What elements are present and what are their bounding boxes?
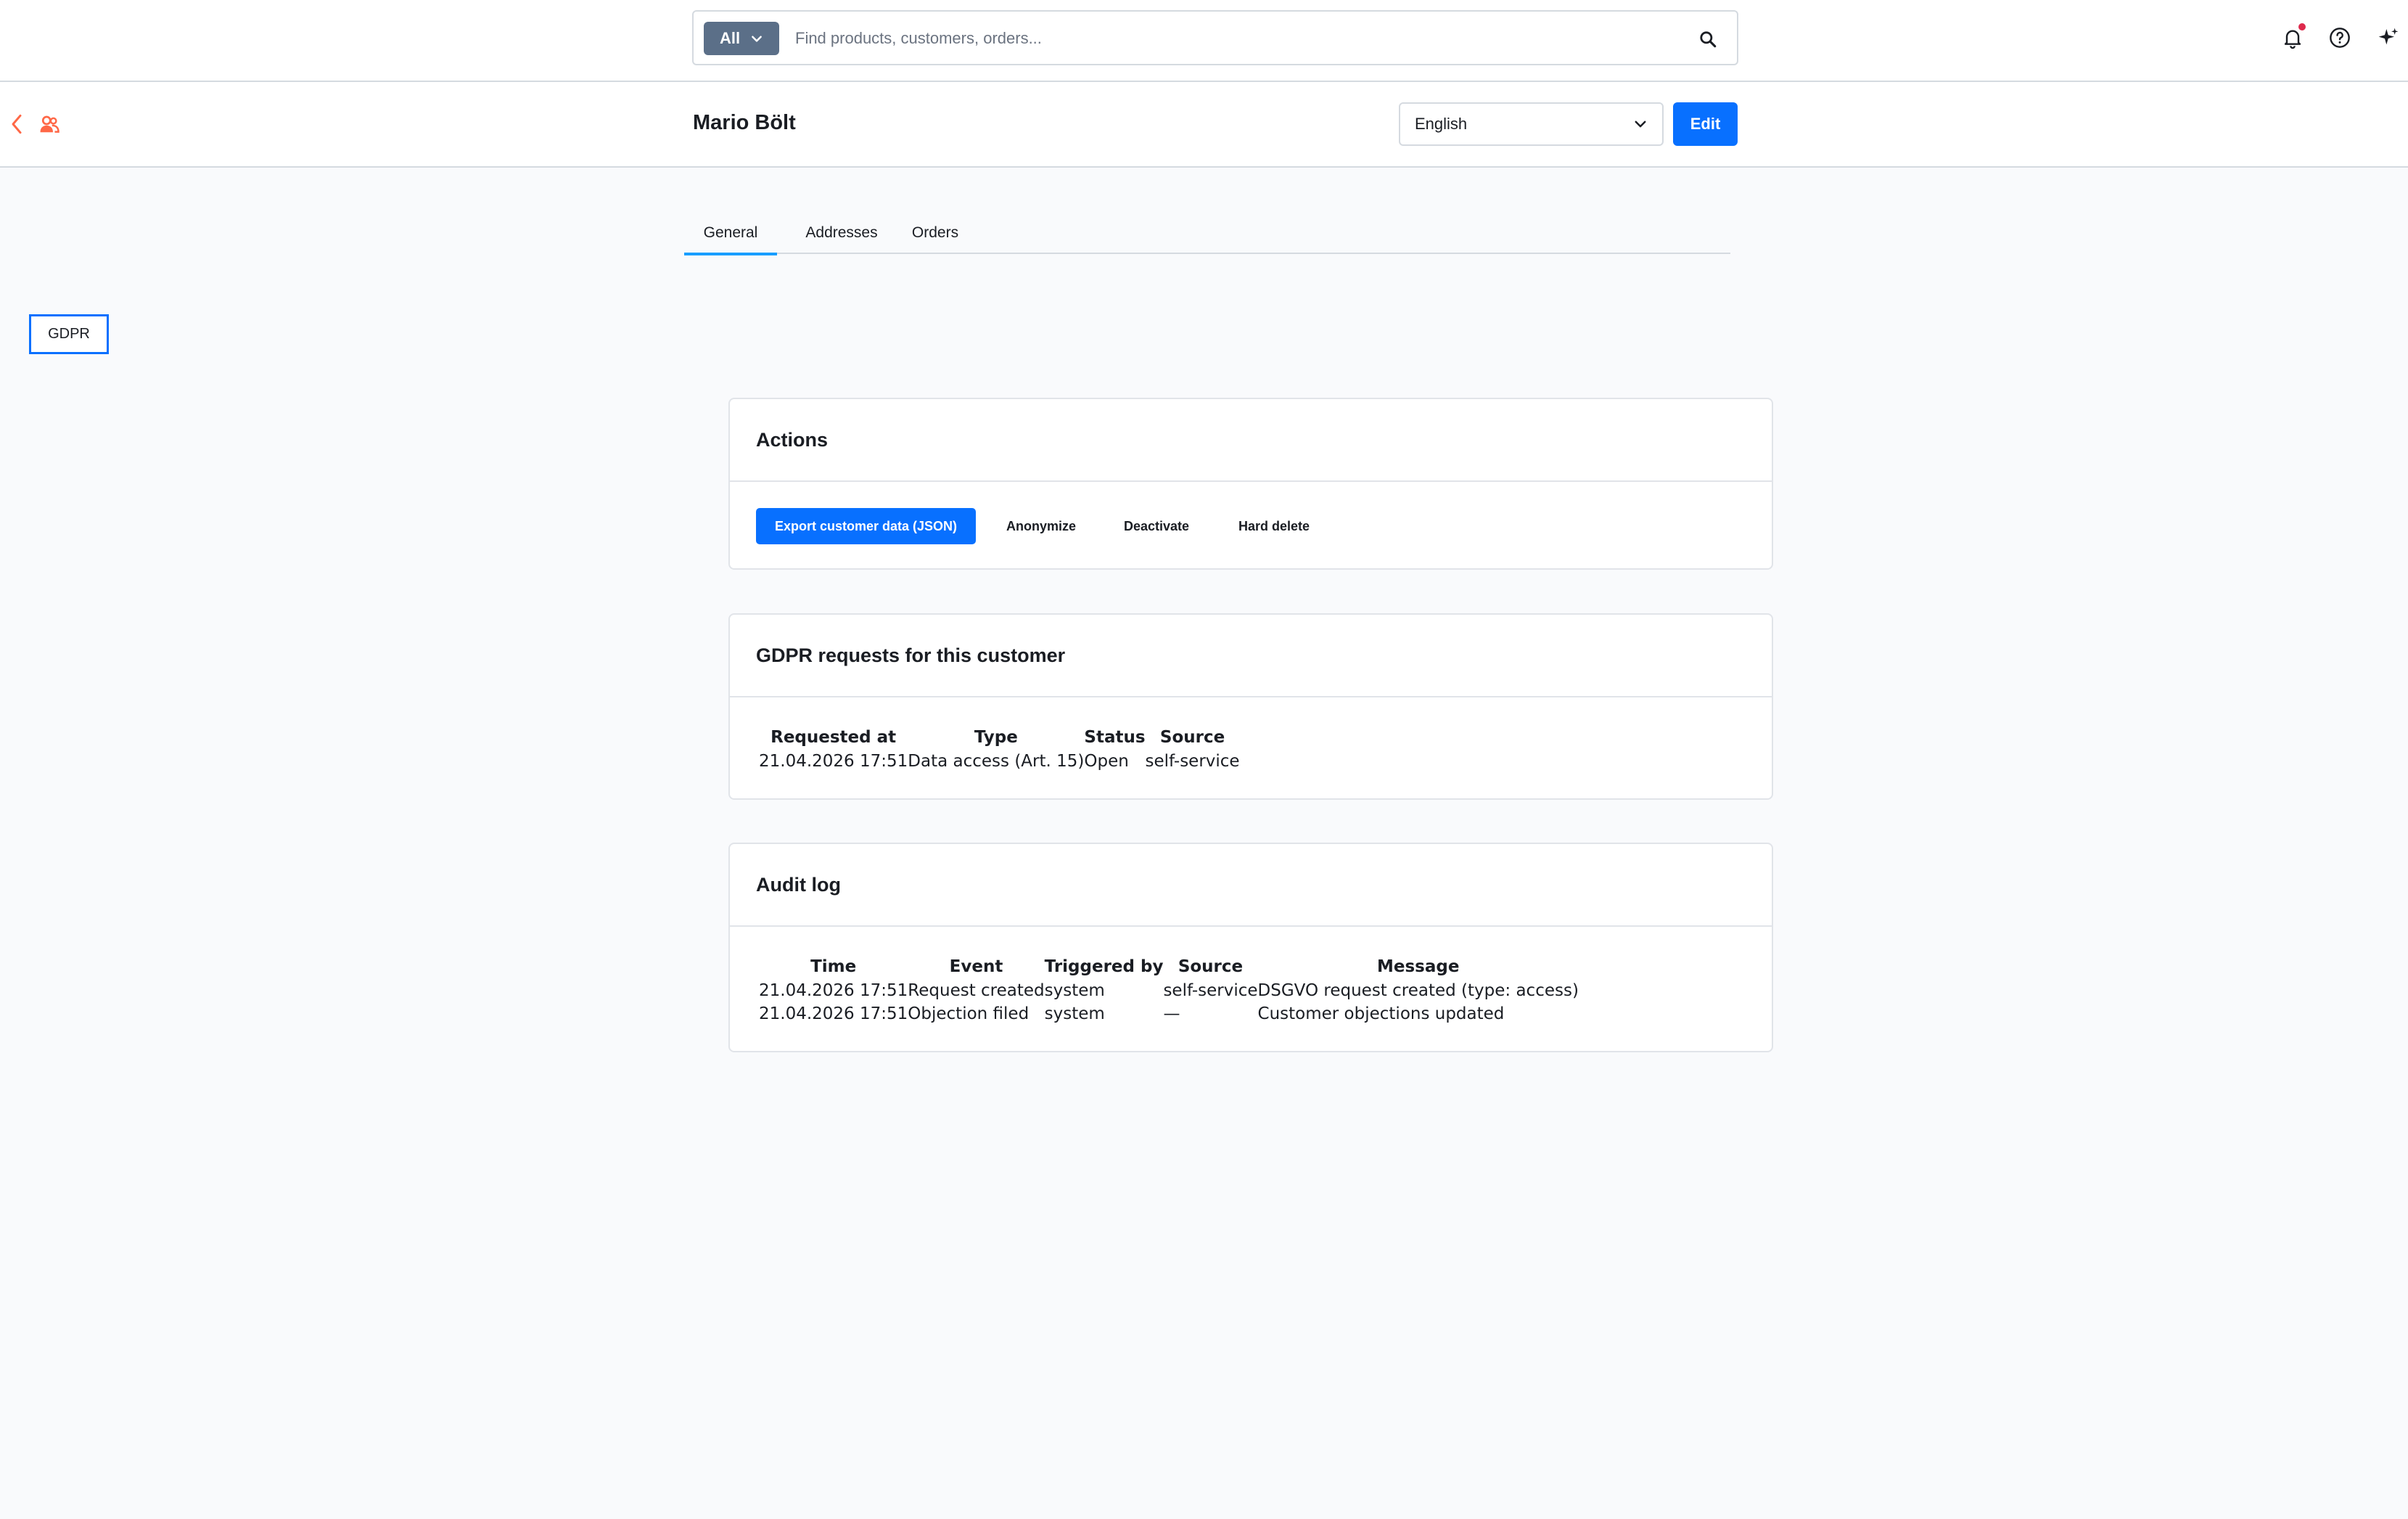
table-row: 21.04.2026 17:51 Request created system … bbox=[759, 979, 1579, 1002]
tab-general[interactable]: General bbox=[684, 222, 777, 255]
edit-button[interactable]: Edit bbox=[1673, 102, 1738, 146]
chevron-left-icon[interactable] bbox=[6, 111, 28, 137]
page-title: Mario Bölt bbox=[693, 111, 796, 134]
table-row: 21.04.2026 17:51 Objection filed system … bbox=[759, 1002, 1579, 1025]
column-header: Source bbox=[1178, 957, 1244, 976]
column-header: Event bbox=[949, 957, 1003, 976]
search-type-label: All bbox=[719, 29, 741, 47]
table-cell: Open bbox=[1084, 752, 1129, 771]
table-row: 21.04.2026 17:51 Data access (Art. 15) O… bbox=[759, 750, 1240, 773]
card-title: GDPR requests for this customer bbox=[730, 615, 1772, 697]
chevron-down-icon bbox=[1635, 120, 1646, 128]
search-type-selector[interactable]: All bbox=[704, 22, 779, 55]
customers-icon bbox=[35, 111, 64, 137]
tab-addresses[interactable]: Addresses bbox=[794, 222, 889, 254]
notification-badge bbox=[2298, 23, 2306, 30]
tab-orders[interactable]: Orders bbox=[906, 222, 964, 254]
table-cell: Data access (Art. 15) bbox=[908, 752, 1085, 771]
gdpr-requests-table: Requested at Type Status Source 21.04.20… bbox=[759, 725, 1240, 773]
table-header-row: Time Event Triggered by Source Message bbox=[759, 954, 1579, 979]
deactivate-button[interactable]: Deactivate bbox=[1124, 508, 1189, 544]
column-header: Triggered by bbox=[1044, 957, 1164, 976]
chevron-down-icon bbox=[752, 36, 762, 42]
card-title: Audit log bbox=[730, 844, 1772, 927]
gdpr-button[interactable]: GDPR bbox=[29, 314, 109, 354]
column-header: Source bbox=[1159, 728, 1225, 747]
bell-icon[interactable] bbox=[2277, 22, 2309, 54]
column-header: Status bbox=[1084, 728, 1146, 747]
table-cell: system bbox=[1044, 981, 1105, 1000]
audit-log-table: Time Event Triggered by Source Message 2… bbox=[759, 954, 1579, 1025]
table-cell: system bbox=[1044, 1004, 1105, 1023]
table-cell: self-service bbox=[1163, 981, 1258, 1000]
gdpr-requests-card: GDPR requests for this customer Requeste… bbox=[728, 613, 1773, 800]
column-header: Message bbox=[1377, 957, 1460, 976]
export-customer-data-button[interactable]: Export customer data (JSON) bbox=[756, 508, 976, 544]
column-header: Requested at bbox=[771, 728, 897, 747]
hard-delete-button[interactable]: Hard delete bbox=[1238, 508, 1310, 544]
help-icon[interactable] bbox=[2324, 22, 2356, 54]
column-header: Type bbox=[974, 728, 1018, 747]
table-cell: Customer objections updated bbox=[1257, 1004, 1505, 1023]
column-header: Time bbox=[810, 957, 857, 976]
table-cell: 21.04.2026 17:51 bbox=[759, 1004, 908, 1023]
page-header: Mario Bölt English Edit bbox=[0, 82, 2408, 168]
tab-bar: General Addresses Orders bbox=[684, 218, 1730, 255]
table-cell: 21.04.2026 17:51 bbox=[759, 752, 908, 771]
table-cell: DSGVO request created (type: access) bbox=[1257, 981, 1579, 1000]
table-header-row: Requested at Type Status Source bbox=[759, 725, 1240, 750]
audit-log-card: Audit log Time Event Triggered by Source… bbox=[728, 843, 1773, 1052]
search-input[interactable] bbox=[795, 22, 1666, 55]
actions-card: Actions Export customer data (JSON) Anon… bbox=[728, 398, 1773, 570]
top-bar: All bbox=[0, 0, 2408, 82]
table-cell: Request created bbox=[908, 981, 1045, 1000]
search-icon[interactable] bbox=[1693, 25, 1722, 54]
anonymize-button[interactable]: Anonymize bbox=[1006, 508, 1076, 544]
table-cell: 21.04.2026 17:51 bbox=[759, 981, 908, 1000]
table-cell: — bbox=[1163, 1004, 1180, 1023]
table-cell: Objection filed bbox=[908, 1004, 1030, 1023]
sparkle-icon[interactable] bbox=[2372, 22, 2404, 54]
card-title: Actions bbox=[730, 399, 1772, 482]
language-select[interactable]: English bbox=[1399, 102, 1664, 146]
global-search: All bbox=[692, 10, 1738, 65]
table-cell: self-service bbox=[1145, 752, 1240, 771]
language-select-value: English bbox=[1415, 115, 1468, 133]
